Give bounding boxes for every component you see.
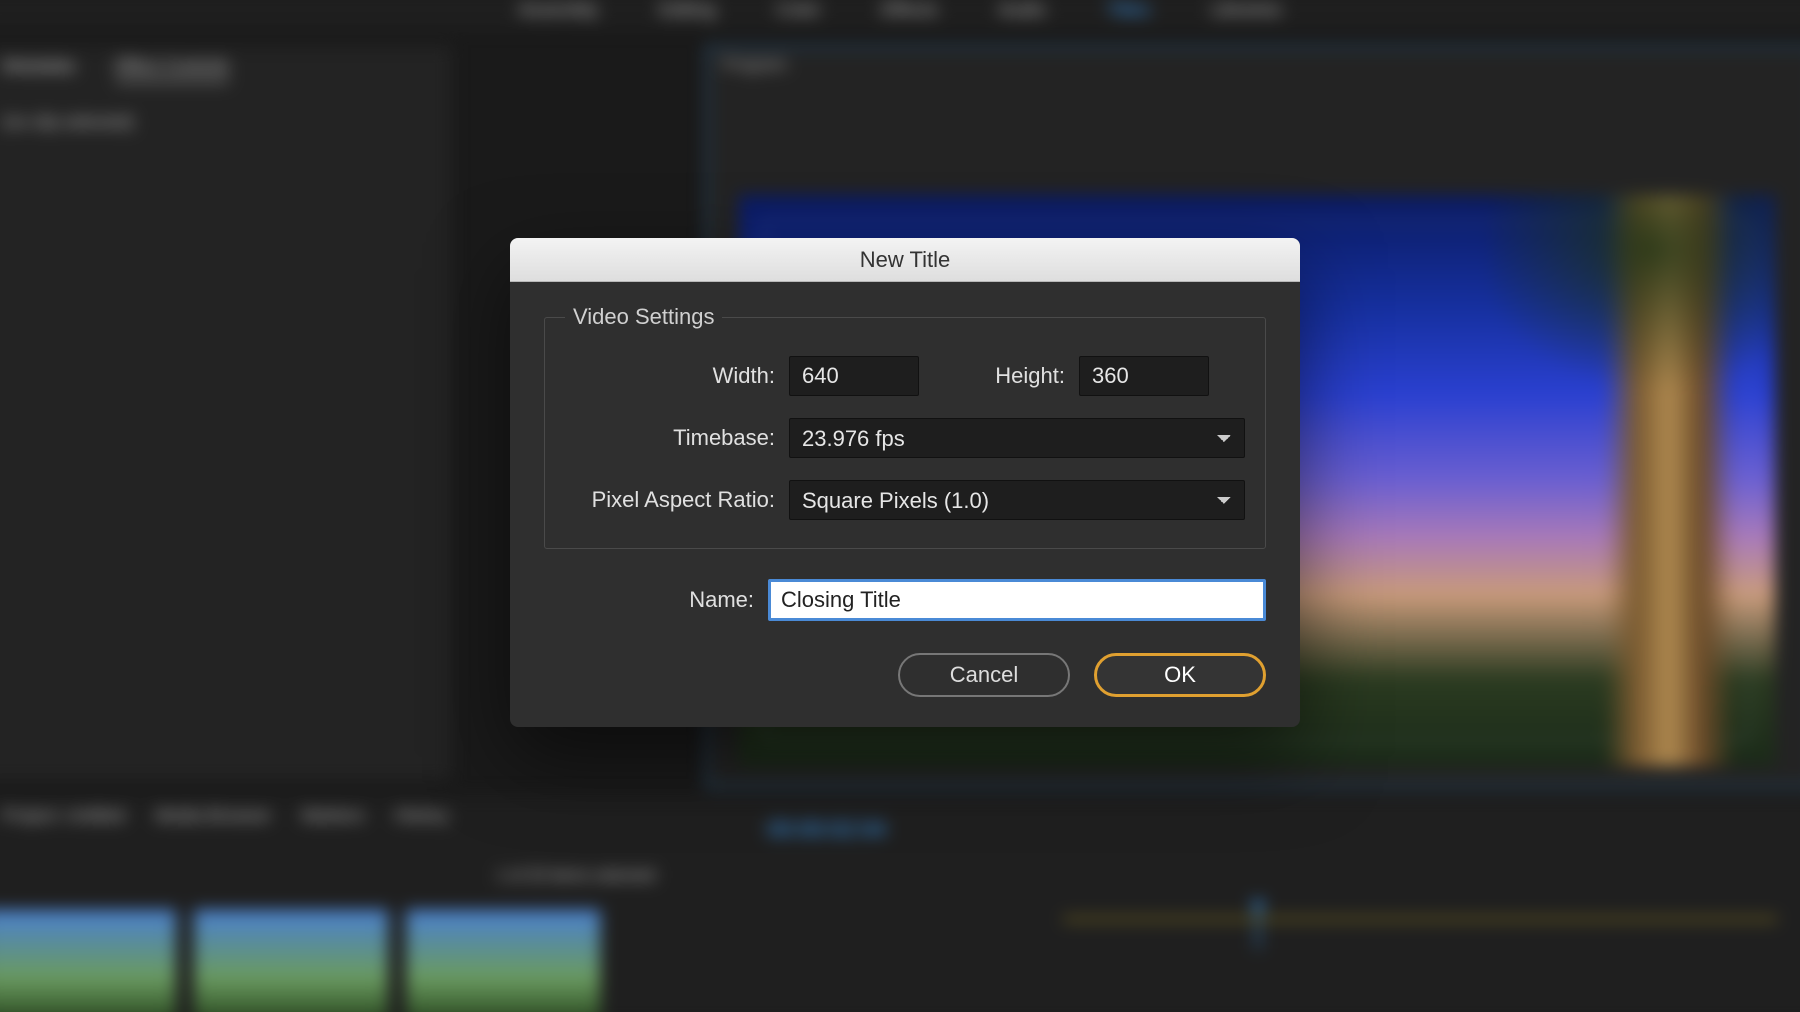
- new-title-dialog: New Title Video Settings Width: Height: …: [510, 238, 1300, 727]
- dialog-title: New Title: [510, 238, 1300, 282]
- timebase-select[interactable]: 23.976 fps: [789, 418, 1245, 458]
- workspace-tab[interactable]: Effects: [882, 0, 938, 20]
- effect-controls-panel: Metadata Effect Controls (no clip select…: [0, 46, 451, 780]
- workspace-tab[interactable]: Editing: [659, 0, 715, 20]
- panel-tab[interactable]: Markers: [302, 806, 365, 826]
- workspace-tab[interactable]: Audio: [999, 0, 1046, 20]
- height-label: Height:: [973, 363, 1065, 389]
- pixel-aspect-ratio-select[interactable]: Square Pixels (1.0): [789, 480, 1245, 520]
- ok-button[interactable]: OK: [1094, 653, 1266, 697]
- panel-tab[interactable]: History: [395, 806, 449, 826]
- width-input[interactable]: [789, 356, 919, 396]
- program-monitor-title: Program:: [708, 48, 1800, 83]
- width-label: Width:: [565, 363, 775, 389]
- project-thumbnail[interactable]: [194, 910, 388, 1012]
- timeline-ruler[interactable]: [1063, 918, 1777, 920]
- timeline-panel: 00:00:02:04: [686, 796, 1800, 1012]
- workspace-tab[interactable]: Assembly: [518, 0, 598, 20]
- items-selected-label: 1 of 20 items selected: [496, 867, 655, 885]
- no-clip-label: (no clip selected): [0, 92, 451, 153]
- workspace-tab[interactable]: Titles: [1107, 0, 1150, 20]
- video-settings-legend: Video Settings: [565, 304, 722, 330]
- project-thumbnail[interactable]: [0, 910, 176, 1012]
- preview-image: [1490, 195, 1776, 766]
- timeline-playhead[interactable]: [1257, 908, 1259, 949]
- workspace-tab[interactable]: Libraries: [1211, 0, 1281, 20]
- panel-tab[interactable]: Media Browser: [155, 806, 271, 826]
- project-panel: Project: Untitled Media Browser Markers …: [0, 796, 686, 1012]
- timeline-timecode: 00:00:02:04: [686, 796, 1800, 863]
- name-input[interactable]: [768, 579, 1266, 621]
- height-input[interactable]: [1079, 356, 1209, 396]
- timebase-label: Timebase:: [565, 425, 775, 451]
- workspace-tab[interactable]: Color: [777, 0, 821, 20]
- project-thumbnail[interactable]: [406, 910, 600, 1012]
- workspace-tab-bar: Assembly Editing Color Effects Audio Tit…: [0, 0, 1800, 29]
- video-settings-group: Video Settings Width: Height: Timebase: …: [544, 304, 1266, 549]
- panel-tab-effect-controls[interactable]: Effect Controls: [116, 56, 229, 82]
- panel-tab[interactable]: Project: Untitled: [2, 806, 124, 826]
- cancel-button[interactable]: Cancel: [898, 653, 1070, 697]
- name-label: Name:: [544, 587, 754, 613]
- pixel-aspect-ratio-label: Pixel Aspect Ratio:: [565, 487, 775, 513]
- panel-tab-metadata[interactable]: Metadata: [2, 56, 74, 82]
